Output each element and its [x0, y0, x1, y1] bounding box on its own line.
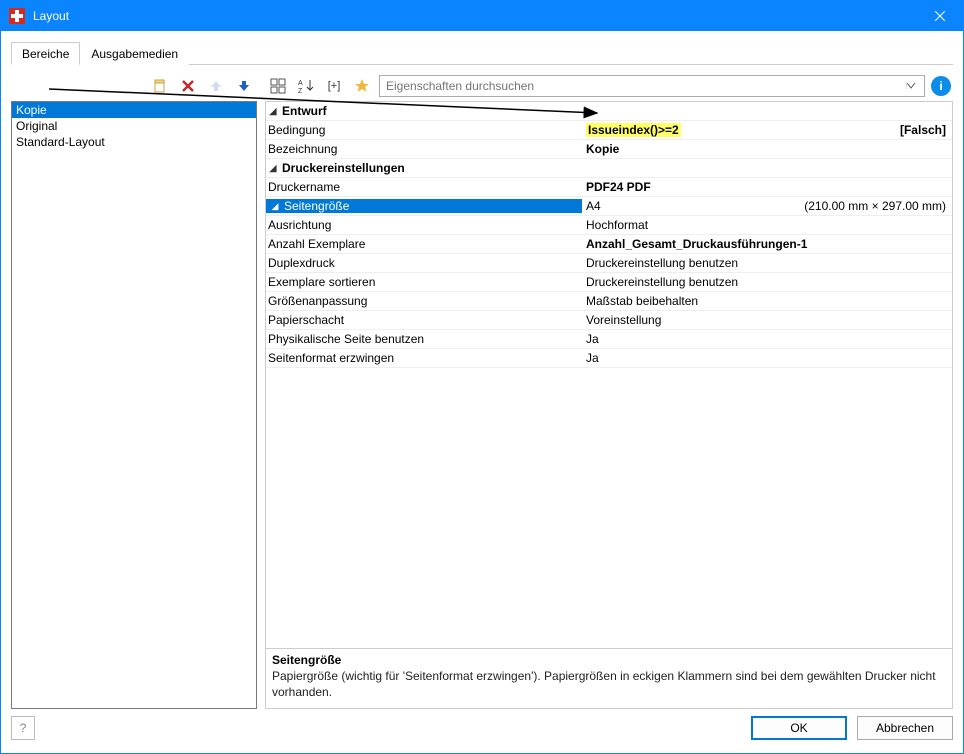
property-value: Druckereinstellung benutzen	[586, 256, 738, 270]
property-value: Ja	[586, 332, 599, 346]
tab-content: Kopie Original Standard-Layout	[11, 65, 953, 709]
help-icon: ?	[20, 721, 27, 735]
property-value: Issueindex()>=2	[586, 123, 681, 137]
property-value: A4	[586, 199, 601, 213]
property-row-anzahl-exemplare[interactable]: Anzahl Exemplare Anzahl_Gesamt_Druckausf…	[266, 235, 952, 254]
property-row-physikalische-seite[interactable]: Physikalische Seite benutzen Ja	[266, 330, 952, 349]
arrow-down-icon	[237, 79, 251, 93]
property-name: Größenanpassung	[268, 294, 367, 308]
property-search-input[interactable]	[380, 79, 906, 93]
property-value: PDF24 PDF	[586, 180, 651, 194]
property-value: Druckereinstellung benutzen	[586, 275, 738, 289]
info-button[interactable]: i	[931, 76, 951, 96]
star-icon	[354, 78, 370, 94]
region-item[interactable]: Original	[12, 118, 256, 134]
property-extra: [Falsch]	[900, 123, 952, 137]
tab-ausgabemedien[interactable]: Ausgabemedien	[80, 42, 189, 65]
property-row-exemplare-sortieren[interactable]: Exemplare sortieren Druckereinstellung b…	[266, 273, 952, 292]
description-text: Papiergröße (wichtig für 'Seitenformat e…	[272, 669, 946, 700]
property-rows: ◢ Entwurf Bedingung Issueindex()>=2 [Fal…	[266, 102, 952, 648]
property-row-papierschacht[interactable]: Papierschacht Voreinstellung	[266, 311, 952, 330]
categorized-button[interactable]	[267, 75, 289, 97]
sort-az-icon: A Z	[298, 78, 314, 94]
region-item[interactable]: Kopie	[12, 102, 256, 118]
expand-all-button[interactable]: [+]	[323, 75, 345, 97]
new-region-button[interactable]	[149, 75, 171, 97]
property-search[interactable]	[379, 75, 925, 97]
sort-az-button[interactable]: A Z	[295, 75, 317, 97]
tab-bereiche[interactable]: Bereiche	[11, 42, 80, 65]
property-value: Maßstab beibehalten	[586, 294, 698, 308]
property-row-seitengroesse[interactable]: ◢ Seitengröße A4 (210.00 mm × 297.00 mm)	[266, 197, 952, 216]
property-name: Bezeichnung	[268, 142, 337, 156]
favorites-button[interactable]	[351, 75, 373, 97]
property-value: Voreinstellung	[586, 313, 661, 327]
svg-text:Z: Z	[298, 88, 303, 94]
property-row-ausrichtung[interactable]: Ausrichtung Hochformat	[266, 216, 952, 235]
delete-region-button[interactable]	[177, 75, 199, 97]
properties-pane: A Z [+]	[265, 73, 953, 709]
layout-dialog: Layout Bereiche Ausgabemedien	[0, 0, 964, 754]
property-name: Anzahl Exemplare	[268, 237, 365, 251]
tab-strip: Bereiche Ausgabemedien	[11, 41, 953, 65]
property-name: Ausrichtung	[268, 218, 331, 232]
dialog-footer: ? OK Abbrechen	[1, 709, 963, 753]
chevron-down-icon	[907, 83, 915, 89]
property-name: Physikalische Seite benutzen	[268, 332, 424, 346]
collapse-icon[interactable]: ◢	[270, 201, 280, 211]
property-name: Papierschacht	[268, 313, 344, 327]
property-name: Bedingung	[268, 123, 325, 137]
arrow-up-icon	[209, 79, 223, 93]
search-dropdown-button[interactable]	[906, 83, 924, 89]
app-icon	[9, 8, 25, 24]
property-row-bezeichnung[interactable]: Bezeichnung Kopie	[266, 140, 952, 159]
regions-pane: Kopie Original Standard-Layout	[11, 73, 257, 709]
categorized-icon	[270, 78, 286, 94]
property-name: Seitengröße	[284, 199, 349, 213]
property-value: Anzahl_Gesamt_Druckausführungen-1	[586, 237, 807, 251]
dialog-body: Bereiche Ausgabemedien	[1, 31, 963, 709]
close-icon	[935, 11, 945, 21]
close-button[interactable]	[917, 1, 963, 31]
titlebar: Layout	[1, 1, 963, 31]
property-value: Kopie	[586, 142, 619, 156]
window-title: Layout	[33, 9, 917, 23]
collapse-icon[interactable]: ◢	[268, 106, 278, 116]
collapse-icon[interactable]: ◢	[268, 163, 278, 173]
property-name: Seitenformat erzwingen	[268, 351, 394, 365]
property-row-groessenanpassung[interactable]: Größenanpassung Maßstab beibehalten	[266, 292, 952, 311]
info-icon: i	[939, 79, 942, 93]
property-name: Exemplare sortieren	[268, 275, 375, 289]
move-down-button[interactable]	[233, 75, 255, 97]
property-group-header[interactable]: ◢ Druckereinstellungen	[266, 159, 952, 178]
property-name: Druckername	[268, 180, 340, 194]
property-description: Seitengröße Papiergröße (wichtig für 'Se…	[266, 648, 952, 708]
property-row-druckername[interactable]: Druckername PDF24 PDF	[266, 178, 952, 197]
svg-text:A: A	[298, 80, 303, 87]
property-row-seitenformat-erzwingen[interactable]: Seitenformat erzwingen Ja	[266, 349, 952, 368]
property-value: Ja	[586, 351, 599, 365]
property-name: Duplexdruck	[268, 256, 335, 270]
property-extra: (210.00 mm × 297.00 mm)	[804, 199, 952, 213]
expand-icon: [+]	[328, 80, 341, 92]
help-button[interactable]: ?	[11, 716, 35, 740]
description-title: Seitengröße	[272, 653, 946, 667]
property-row-duplexdruck[interactable]: Duplexdruck Druckereinstellung benutzen	[266, 254, 952, 273]
regions-toolbar	[11, 73, 257, 99]
property-value: Hochformat	[586, 218, 648, 232]
region-item[interactable]: Standard-Layout	[12, 134, 256, 150]
cancel-button[interactable]: Abbrechen	[857, 716, 953, 740]
group-label: Entwurf	[282, 104, 327, 118]
new-icon	[152, 78, 168, 94]
properties-toolbar: A Z [+]	[265, 73, 953, 99]
property-group-header[interactable]: ◢ Entwurf	[266, 102, 952, 121]
property-grid[interactable]: ◢ Entwurf Bedingung Issueindex()>=2 [Fal…	[265, 101, 953, 709]
ok-button[interactable]: OK	[751, 716, 847, 740]
regions-list[interactable]: Kopie Original Standard-Layout	[11, 101, 257, 709]
move-up-button[interactable]	[205, 75, 227, 97]
delete-icon	[181, 79, 195, 93]
property-row-bedingung[interactable]: Bedingung Issueindex()>=2 [Falsch]	[266, 121, 952, 140]
group-label: Druckereinstellungen	[282, 161, 405, 175]
